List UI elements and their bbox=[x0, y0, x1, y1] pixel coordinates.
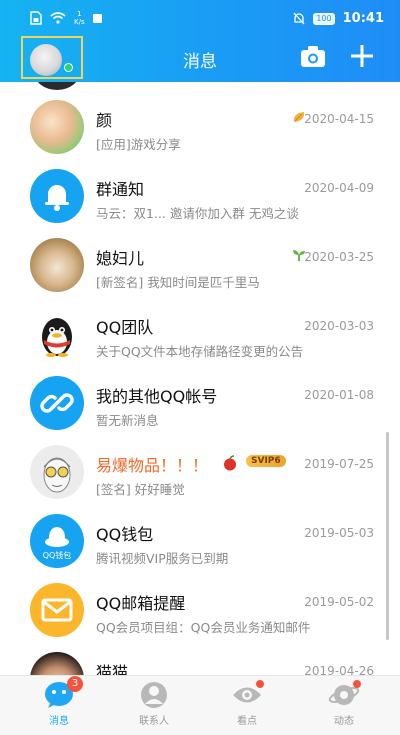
mail-icon bbox=[41, 598, 73, 622]
timestamp: 2019-04-26 bbox=[304, 664, 374, 675]
contact-name: 群通知 bbox=[96, 180, 145, 199]
avatar bbox=[30, 100, 84, 154]
message-preview: 关于QQ文件本地存储路径变更的公告 bbox=[96, 344, 304, 359]
conversation-row[interactable]: 易爆物品！！！ SVIP6 2019-07-25 [签名] 好好睡觉 bbox=[0, 435, 400, 504]
sim-card-icon bbox=[30, 11, 42, 25]
app-header: 1 K/s 100 10:41 消息 bbox=[0, 0, 400, 82]
tab-watch[interactable]: 看点 bbox=[212, 680, 282, 732]
unread-count-badge: 3 bbox=[67, 676, 83, 692]
new-content-dot bbox=[256, 680, 264, 688]
tab-label: 动态 bbox=[334, 716, 354, 727]
apple-icon bbox=[224, 455, 236, 471]
timestamp: 2019-05-03 bbox=[304, 526, 374, 540]
avatar bbox=[30, 583, 84, 637]
wifi-icon bbox=[50, 12, 66, 24]
conversation-row[interactable]: 我的其他QQ帐号 2020-01-08 暂无新消息 bbox=[0, 366, 400, 435]
timestamp: 2019-07-25 bbox=[304, 457, 374, 471]
avatar bbox=[30, 169, 84, 223]
avatar bbox=[30, 307, 84, 361]
status-bar: 1 K/s 100 10:41 bbox=[0, 0, 400, 38]
tab-messages[interactable]: 3 消息 bbox=[24, 676, 94, 732]
svip-badge: SVIP6 bbox=[246, 455, 286, 467]
message-preview: [签名] 好好睡觉 bbox=[96, 482, 185, 497]
contact-name: QQ团队 bbox=[96, 318, 154, 337]
contact-name: 猫猫 bbox=[96, 663, 129, 675]
mute-bell-icon bbox=[293, 12, 305, 25]
partial-avatar bbox=[34, 82, 80, 90]
notification-icon bbox=[92, 13, 102, 23]
contact-name: 媳妇儿 bbox=[96, 249, 145, 268]
avatar: QQ钱包 bbox=[30, 514, 84, 568]
tab-contacts[interactable]: 联系人 bbox=[119, 680, 189, 732]
tab-label: 看点 bbox=[237, 716, 257, 727]
timestamp: 2020-03-25 bbox=[304, 250, 374, 264]
sketch-face-icon bbox=[43, 457, 71, 493]
conversation-row[interactable]: 猫猫 2019-04-26 bbox=[0, 642, 400, 675]
contact-name: 颜 bbox=[96, 111, 113, 130]
conversation-row[interactable]: 颜 2020-04-15 [应用]游戏分享 bbox=[0, 90, 400, 159]
contact-name: QQ钱包 bbox=[96, 525, 154, 544]
message-preview: 暂无新消息 bbox=[96, 413, 159, 428]
conversation-list[interactable]: 颜 2020-04-15 [应用]游戏分享 群通知 2020-04-09 马云：… bbox=[0, 82, 400, 675]
network-speed: 1 K/s bbox=[74, 10, 85, 26]
new-content-dot bbox=[353, 680, 361, 688]
contacts-icon bbox=[141, 682, 167, 708]
avatar bbox=[30, 238, 84, 292]
timestamp: 2020-01-08 bbox=[304, 388, 374, 402]
tab-label: 消息 bbox=[49, 716, 69, 727]
timestamp: 2020-03-03 bbox=[304, 319, 374, 333]
bell-icon bbox=[45, 185, 69, 211]
clock: 10:41 bbox=[342, 11, 384, 26]
scrollbar[interactable] bbox=[386, 432, 389, 640]
camera-icon[interactable] bbox=[300, 45, 326, 69]
avatar bbox=[30, 376, 84, 430]
message-preview: [应用]游戏分享 bbox=[96, 137, 181, 152]
avatar-caption: QQ钱包 bbox=[42, 551, 72, 560]
message-preview: 腾讯视频VIP服务已到期 bbox=[96, 551, 229, 566]
message-preview: 马云：双1... 邀请你加入群 无鸡之谈 bbox=[96, 206, 299, 221]
battery-icon: 100 bbox=[313, 12, 335, 25]
contact-name: QQ邮箱提醒 bbox=[96, 594, 186, 613]
penguin-icon bbox=[42, 318, 72, 357]
conversation-row[interactable]: QQ团队 2020-03-03 关于QQ文件本地存储路径变更的公告 bbox=[0, 297, 400, 366]
conversation-row[interactable]: 媳妇儿 2020-03-25 [新签名] 我知时间是匹千里马 bbox=[0, 228, 400, 297]
tab-label: 联系人 bbox=[139, 716, 169, 727]
link-icon bbox=[40, 393, 74, 413]
timestamp: 2020-04-09 bbox=[304, 181, 374, 195]
page-title: 消息 bbox=[183, 52, 217, 72]
timestamp: 2019-05-02 bbox=[304, 595, 374, 609]
tab-feeds[interactable]: 动态 bbox=[309, 680, 379, 732]
conversation-row[interactable]: QQ邮箱提醒 2019-05-02 QQ会员项目组：QQ会员业务通知邮件 bbox=[0, 573, 400, 642]
bottom-tab-bar: 3 消息 联系人 看点 动态 bbox=[0, 675, 400, 735]
contact-name: 易爆物品！！！ bbox=[96, 456, 209, 475]
add-icon[interactable] bbox=[348, 42, 376, 70]
avatar bbox=[30, 652, 84, 675]
message-preview: QQ会员项目组：QQ会员业务通知邮件 bbox=[96, 620, 311, 635]
conversation-row[interactable]: QQ钱包 QQ钱包 2019-05-03 腾讯视频VIP服务已到期 bbox=[0, 504, 400, 573]
conversation-row[interactable]: 群通知 2020-04-09 马云：双1... 邀请你加入群 无鸡之谈 bbox=[0, 159, 400, 228]
timestamp: 2020-04-15 bbox=[304, 112, 374, 126]
avatar bbox=[30, 445, 84, 499]
message-preview: [新签名] 我知时间是匹千里马 bbox=[96, 275, 260, 290]
contact-name: 我的其他QQ帐号 bbox=[96, 387, 218, 406]
